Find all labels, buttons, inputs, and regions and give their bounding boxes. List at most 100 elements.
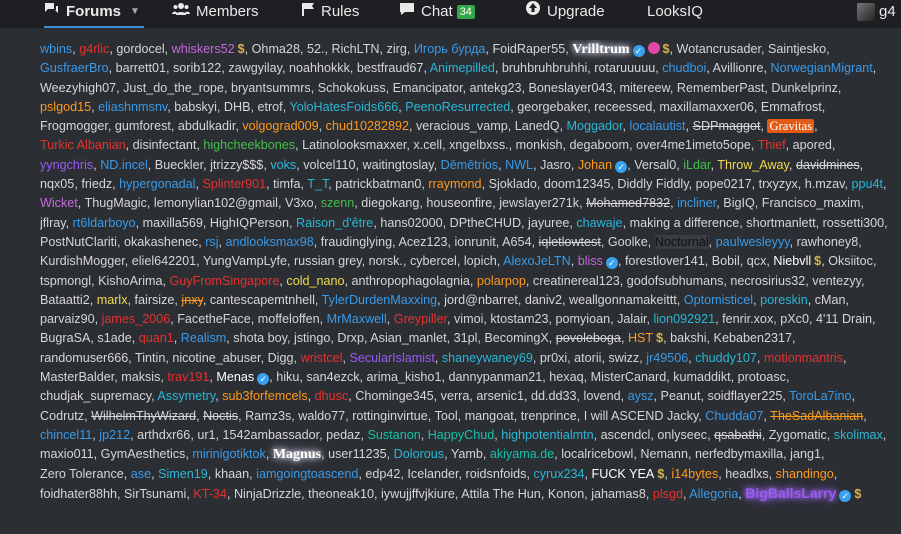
member-link[interactable]: Codrutz <box>40 409 84 423</box>
member-link[interactable]: BigIQ <box>723 196 755 210</box>
chevron-down-icon[interactable]: ▼ <box>130 0 140 24</box>
member-link[interactable]: Saintjesko <box>768 42 826 56</box>
member-link[interactable]: jahamas8 <box>591 487 646 501</box>
member-link[interactable]: TylerDurdenMaxxing <box>322 293 438 307</box>
member-link[interactable]: sorib122 <box>173 61 221 75</box>
nav-user-menu[interactable]: g4 <box>857 0 896 26</box>
member-link[interactable]: ktostam23 <box>490 312 548 326</box>
member-link[interactable]: skolimax <box>834 428 883 442</box>
member-link[interactable]: Tintin <box>135 351 165 365</box>
member-link[interactable]: shaneywaney69 <box>442 351 533 365</box>
member-link[interactable]: Emmafrost <box>761 100 822 114</box>
member-link[interactable]: Greypiller <box>394 312 447 326</box>
member-link[interactable]: trxyzyx <box>759 177 798 191</box>
member-link[interactable]: volgograd009 <box>242 119 318 133</box>
member-link[interactable]: Diddly Fiddly <box>617 177 688 191</box>
member-link[interactable]: Sustanon <box>367 428 420 442</box>
member-link[interactable]: GuyFromSingapore <box>170 274 280 288</box>
member-link[interactable]: disinfectant <box>133 138 197 152</box>
member-link[interactable]: T_T <box>307 177 328 191</box>
member-link[interactable]: Animepilled <box>430 61 495 75</box>
member-link[interactable]: hiku <box>276 370 299 384</box>
member-link[interactable]: nicotine_abuser <box>172 351 260 365</box>
member-link[interactable]: SDPmaggot <box>693 119 761 133</box>
member-link[interactable]: babskyi <box>174 100 217 114</box>
member-link[interactable]: Realism <box>181 331 227 345</box>
member-link[interactable]: rsj <box>205 235 218 249</box>
member-link[interactable]: shortmanlett <box>746 216 815 230</box>
member-link[interactable]: atorii <box>574 351 601 365</box>
member-link[interactable]: highpotentialmtn <box>501 428 593 442</box>
member-link[interactable]: arima_kisho1 <box>367 370 442 384</box>
member-link[interactable]: headlxs <box>725 467 768 481</box>
member-link[interactable]: Throw_Away <box>717 158 789 172</box>
member-link[interactable]: chudjak_supremacy <box>40 389 151 403</box>
member-link[interactable]: creatinereal123 <box>533 274 620 288</box>
member-link[interactable]: mirinigotiktok <box>192 447 265 461</box>
member-link[interactable]: plsgd <box>653 487 683 501</box>
member-link[interactable]: cybercel <box>410 254 457 268</box>
member-link[interactable]: wbins <box>40 42 72 56</box>
member-link[interactable]: moffeloffen <box>258 312 320 326</box>
member-link[interactable]: hypergonadal <box>119 177 195 191</box>
member-link[interactable]: barrett01 <box>116 61 166 75</box>
member-link[interactable]: Peanut <box>661 389 701 403</box>
nav-forums[interactable]: Forums ▼ <box>44 0 144 28</box>
member-link[interactable]: WilhelmThyWizard <box>91 409 196 423</box>
member-link[interactable]: x.cell <box>413 138 442 152</box>
member-link[interactable]: LanedQ <box>515 119 560 133</box>
member-link[interactable]: chuddy107 <box>695 351 757 365</box>
member-link[interactable]: SirTsunami <box>124 487 186 501</box>
member-link[interactable]: okakashenec <box>124 235 198 249</box>
member-link[interactable]: trenprince <box>521 409 577 423</box>
member-link[interactable]: qcx <box>747 254 767 268</box>
member-link[interactable]: monkish <box>516 138 563 152</box>
member-link[interactable]: ur1 <box>197 428 215 442</box>
member-link[interactable]: KishoArima <box>98 274 162 288</box>
member-link[interactable]: ToroLa7ino <box>789 389 851 403</box>
member-link[interactable]: hexaq <box>549 370 583 384</box>
member-link[interactable]: mangoat <box>465 409 514 423</box>
member-link[interactable]: roidsnfoids <box>466 467 527 481</box>
member-link[interactable]: 52. <box>307 42 325 56</box>
member-link[interactable]: dannypanman21 <box>448 370 542 384</box>
member-link[interactable]: zirg <box>387 42 407 56</box>
member-link[interactable]: russian grey <box>294 254 362 268</box>
member-link[interactable]: bryantsummrs <box>231 81 311 95</box>
member-link[interactable]: chincel11 <box>40 428 92 442</box>
member-link[interactable]: ppu4t <box>851 177 883 191</box>
member-link[interactable]: HST <box>628 331 653 345</box>
member-link[interactable]: kumaddikt <box>673 370 730 384</box>
member-link[interactable]: patrickbatman0 <box>335 177 421 191</box>
member-link[interactable]: pomyioan <box>555 312 610 326</box>
member-link[interactable]: Assymetry <box>157 389 215 403</box>
member-link[interactable]: jord@nbarret <box>444 293 518 307</box>
member-link[interactable]: gordocel <box>116 42 164 56</box>
member-link[interactable]: iLdar <box>683 158 710 172</box>
member-link[interactable]: eliel642201 <box>132 254 196 268</box>
member-link[interactable]: Simen19 <box>158 467 208 481</box>
member-link[interactable]: Digg <box>268 351 294 365</box>
member-link[interactable]: MasterBalder <box>40 370 114 384</box>
member-link[interactable]: etrof <box>257 100 282 114</box>
member-link[interactable]: iqletlowtest <box>539 235 601 249</box>
member-link[interactable]: ND.incel <box>100 158 148 172</box>
member-link[interactable]: cyrux234 <box>533 467 584 481</box>
member-link[interactable]: Sjoklado <box>489 177 537 191</box>
member-link[interactable]: FUCK YEA <box>592 467 655 481</box>
member-link[interactable]: incliner <box>677 196 716 210</box>
member-link[interactable]: lovend <box>584 389 621 403</box>
member-link[interactable]: diegokang <box>361 196 419 210</box>
member-link[interactable]: Jalair <box>617 312 646 326</box>
member-link[interactable]: jflray <box>40 216 66 230</box>
member-link[interactable]: qsabathi <box>714 428 762 442</box>
member-link[interactable]: veracious_vamp <box>416 119 508 133</box>
member-link[interactable]: xngelbxss. <box>449 138 509 152</box>
member-link[interactable]: wristcel <box>300 351 342 365</box>
member-link[interactable]: NWL <box>505 158 533 172</box>
member-link[interactable]: SecularIslamist <box>349 351 434 365</box>
member-link[interactable]: maksis <box>121 370 160 384</box>
member-link[interactable]: Goolke <box>608 235 648 249</box>
member-link[interactable]: povoleboga <box>556 331 621 345</box>
member-link[interactable]: Icelander <box>407 467 458 481</box>
